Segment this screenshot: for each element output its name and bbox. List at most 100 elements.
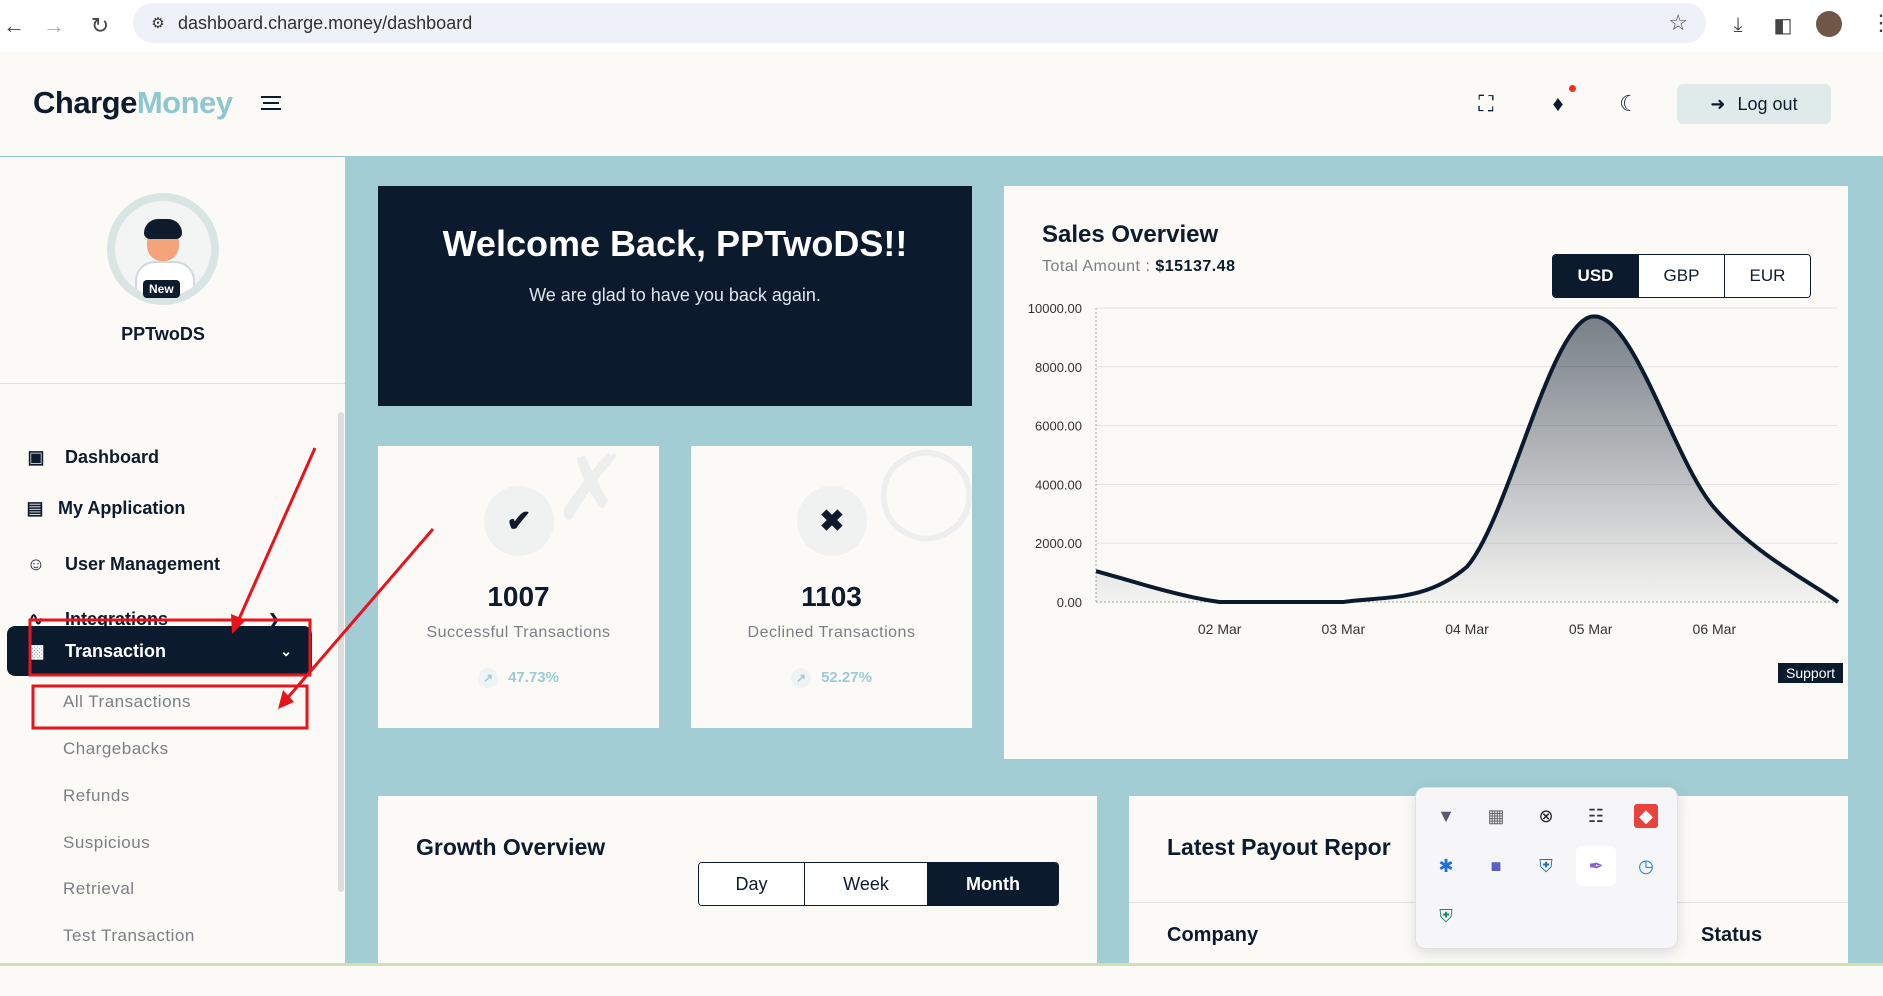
menu-toggle-icon[interactable] [261,96,281,114]
welcome-card: Welcome Back, PPTwoDS!! We are glad to h… [378,186,972,406]
sidebar-scrollbar[interactable] [338,412,344,892]
sub-item-refunds[interactable]: Refunds [63,786,130,806]
watermark-icon: ◯ [876,436,977,541]
y-tick-label: 8000.00 [1035,360,1082,375]
arrow-up-right-icon: ↗ [478,668,498,688]
new-badge: New [143,280,180,298]
top-bar [345,52,1883,156]
stat-card-successful: ✗ ✔ 1007 Successful Transactions ↗47.73% [378,446,659,728]
x-tick-label: 04 Mar [1445,621,1489,637]
address-bar[interactable]: ⚙ dashboard.charge.money/dashboard ☆ [133,3,1706,43]
growth-title: Growth Overview [416,834,605,861]
avatar: New [107,193,219,305]
username: PPTwoDS [0,324,326,345]
sidebar-item-user-management[interactable]: ☺ User Management [0,544,220,584]
period-toggle: Day Week Month [698,862,1059,906]
welcome-subtitle: We are glad to have you back again. [378,285,972,306]
x-tick-label: 06 Mar [1693,621,1737,637]
payout-title: Latest Payout Repor [1167,834,1391,861]
stat-card-declined: ◯ ✖ 1103 Declined Transactions ↗52.27% [691,446,972,728]
bell-icon[interactable]: ♦ [1545,91,1571,117]
stat-percent-value: 52.27% [821,669,872,686]
stat-percent: ↗52.27% [691,668,972,688]
y-tick-label: 2000.00 [1035,536,1082,551]
period-month-button[interactable]: Month [927,863,1058,905]
period-week-button[interactable]: Week [804,863,927,905]
y-tick-label: 0.00 [1057,595,1082,610]
discord-icon[interactable]: ▦ [1480,800,1512,832]
y-tick-label: 4000.00 [1035,477,1082,492]
logo-part-1: Charge [33,85,137,120]
reload-icon[interactable]: ↻ [86,12,114,40]
fullscreen-icon[interactable]: ⛶ [1473,91,1499,117]
forward-arrow-icon[interactable]: → [40,12,68,40]
bluetooth-icon[interactable]: ✱ [1430,850,1462,882]
sub-item-suspicious[interactable]: Suspicious [63,833,150,853]
logout-label: Log out [1738,94,1798,115]
stat-percent-value: 47.73% [508,669,559,686]
logout-button[interactable]: ➜ Log out [1677,84,1831,124]
profile-avatar-icon[interactable] [1816,11,1842,37]
divider [0,383,345,384]
anydesk-icon[interactable]: ◆ [1634,804,1658,828]
stat-label: Declined Transactions [691,624,972,642]
sub-item-all-transactions[interactable]: All Transactions [63,692,191,712]
sidebar-item-label: User Management [65,554,220,575]
support-button[interactable]: Support [1778,663,1843,683]
watermark-icon: ✗ [553,436,628,541]
sub-item-test-transaction[interactable]: Test Transaction [63,926,195,946]
user-icon: ☺ [25,553,47,575]
teams-icon[interactable]: ■ [1480,850,1512,882]
sales-overview-card: Sales Overview Total Amount : $15137.48 … [1004,186,1848,759]
pen-icon[interactable]: ✒ [1576,846,1616,886]
logout-icon: ➜ [1710,94,1725,115]
welcome-title: Welcome Back, PPTwoDS!! [378,223,972,265]
sub-item-chargebacks[interactable]: Chargebacks [63,739,169,759]
x-tick-label: 02 Mar [1198,621,1242,637]
stat-percent: ↗ 47.73% [378,668,659,688]
logo[interactable]: ChargeMoney [33,85,233,121]
column-header-company: Company [1167,924,1258,947]
x-icon: ✖ [797,486,867,556]
stat-value: 1103 [691,581,972,613]
x-tick-label: 03 Mar [1322,621,1366,637]
star-icon[interactable]: ☆ [1668,10,1688,36]
network-icon[interactable]: ☷ [1580,800,1612,832]
document-icon: ▤ [24,497,46,519]
kebab-menu-icon[interactable]: ⋮ [1870,10,1883,36]
chevron-down-icon: ⌄ [280,643,292,660]
side-panel-icon[interactable]: ◧ [1770,12,1796,38]
stat-label: Successful Transactions [378,624,659,642]
sidebar-item-label: Dashboard [65,447,159,468]
sidebar-item-my-application[interactable]: ▤ My Application [0,488,185,528]
sidebar-item-label: My Application [58,498,185,519]
sidebar: ChargeMoney New PPTwoDS ▣ Dashboard ▤ My… [0,52,346,966]
sidebar-item-dashboard[interactable]: ▣ Dashboard [0,437,159,477]
chevron-right-icon: ❯ [268,611,280,628]
check-icon: ✔ [484,486,554,556]
shield-icon[interactable]: ⛨ [1430,900,1462,932]
url-text[interactable]: dashboard.charge.money/dashboard [178,13,472,34]
download-icon[interactable]: ⤓ [1725,12,1751,38]
growth-overview-card: Growth Overview Day Week Month [378,796,1097,996]
logo-area: ChargeMoney [0,52,345,157]
moon-icon[interactable]: ☾ [1616,91,1642,117]
back-arrow-icon[interactable]: ← [0,12,28,40]
money-icon: ▩ [25,640,47,662]
sidebar-item-transaction[interactable]: ▩ Transaction ⌄ [7,626,312,676]
tune-icon[interactable]: ⚙ [147,12,169,34]
period-day-button[interactable]: Day [699,863,804,905]
notification-dot [1569,85,1576,92]
x-tick-label: 05 Mar [1569,621,1613,637]
y-tick-label: 10000.00 [1028,301,1082,316]
defender-icon[interactable]: ⛨ [1530,850,1562,882]
y-tick-label: 6000.00 [1035,419,1082,434]
sub-item-retrieval[interactable]: Retrieval [63,879,135,899]
globe-icon[interactable]: ◷ [1630,850,1662,882]
browser-toolbar: ← → ↻ ⚙ dashboard.charge.money/dashboard… [0,0,1883,53]
series-area [1096,316,1838,602]
vpn-error-icon[interactable]: ▼ [1430,800,1462,832]
monitor-icon: ▣ [25,446,47,468]
sales-chart: 0.00 2000.00 4000.00 6000.00 8000.00 10000.00… [1004,186,1848,759]
xbox-icon[interactable]: ⊗ [1530,800,1562,832]
